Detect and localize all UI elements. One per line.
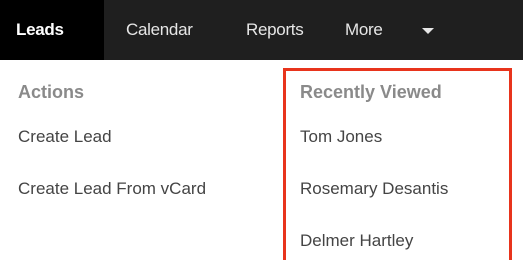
create-lead-from-vcard-link[interactable]: Create Lead From vCard xyxy=(18,174,248,204)
actions-section-title: Actions xyxy=(18,82,85,102)
leads-dropdown-menu: Actions Create Lead Create Lead From vCa… xyxy=(0,60,523,260)
create-lead-link[interactable]: Create Lead xyxy=(18,122,112,152)
recently-viewed-item[interactable]: Rosemary Desantis xyxy=(300,174,448,204)
chevron-down-icon[interactable] xyxy=(422,28,434,34)
recently-viewed-item[interactable]: Delmer Hartley xyxy=(300,226,413,256)
recently-viewed-item[interactable]: Tom Jones xyxy=(300,122,382,152)
tab-calendar[interactable]: Calendar xyxy=(126,0,193,60)
tab-more[interactable]: More xyxy=(345,0,383,60)
top-navbar: Leads Calendar Reports More xyxy=(0,0,523,60)
tab-leads[interactable]: Leads xyxy=(0,0,104,60)
recently-viewed-section-title: Recently Viewed xyxy=(300,82,442,102)
tab-reports[interactable]: Reports xyxy=(246,0,304,60)
